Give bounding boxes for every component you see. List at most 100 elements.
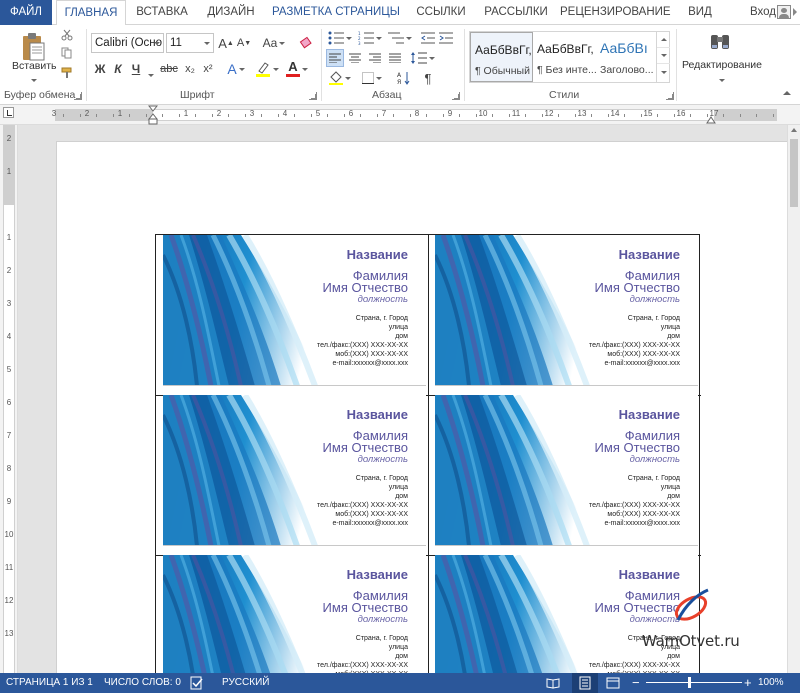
style-heading-1[interactable]: АаБбВı Заголово... bbox=[596, 32, 656, 82]
user-avatar-icon[interactable] bbox=[777, 5, 791, 19]
zoom-slider-track[interactable] bbox=[646, 682, 742, 683]
ruler-tick bbox=[740, 114, 741, 117]
tab-references[interactable]: ССЫЛКИ bbox=[410, 0, 472, 25]
editing-dropdown-icon[interactable] bbox=[717, 73, 725, 85]
clear-formatting-button[interactable] bbox=[296, 33, 316, 53]
highlight-button[interactable] bbox=[254, 59, 280, 79]
business-card[interactable]: Название Фамилия Имя Отчество должность … bbox=[163, 235, 426, 386]
font-color-button[interactable]: A bbox=[284, 59, 310, 79]
font-launcher-icon[interactable] bbox=[309, 92, 317, 100]
ruler-tick bbox=[443, 114, 444, 117]
tab-file[interactable]: ФАЙЛ bbox=[0, 0, 52, 25]
zoom-level[interactable]: 100% bbox=[758, 673, 784, 693]
read-mode-icon[interactable] bbox=[546, 676, 560, 690]
cut-button[interactable] bbox=[59, 27, 75, 43]
tab-design[interactable]: ДИЗАЙН bbox=[200, 0, 262, 25]
indent-icon bbox=[439, 32, 453, 44]
business-card[interactable]: Название Фамилия Имя Отчество должность … bbox=[163, 555, 426, 673]
sign-in-link[interactable]: Вход bbox=[750, 0, 776, 25]
business-card[interactable]: Название Фамилия Имя Отчество должность … bbox=[163, 395, 426, 546]
scrollbar-thumb[interactable] bbox=[790, 139, 798, 207]
shading-button[interactable] bbox=[326, 69, 354, 87]
horizontal-ruler[interactable]: 3 2 1 1 2 3 4 5 6 7 8 9 10 11 12 13 14 15 16 17 bbox=[0, 105, 800, 125]
shrink-font-button[interactable]: A ▼ bbox=[236, 33, 252, 53]
paragraph-launcher-icon[interactable] bbox=[452, 92, 460, 100]
underline-button[interactable]: Ч bbox=[128, 59, 144, 79]
style-no-spacing[interactable]: АаБбВвГг, ¶ Без инте... bbox=[533, 32, 597, 82]
decrease-indent-button[interactable] bbox=[420, 29, 436, 47]
paste-dropdown-icon[interactable] bbox=[29, 73, 37, 85]
style-normal[interactable]: АаБбВвГг, ¶ Обычный bbox=[470, 32, 533, 82]
ruler-number: 13 bbox=[4, 629, 14, 638]
ruler-tick bbox=[228, 114, 229, 117]
zoom-out-button[interactable]: − bbox=[632, 673, 640, 693]
grow-font-button[interactable]: A ▲ bbox=[218, 33, 234, 53]
tab-home[interactable]: ГЛАВНАЯ bbox=[56, 0, 126, 26]
gallery-down-button[interactable] bbox=[657, 48, 670, 64]
text-effects-button[interactable]: A bbox=[224, 59, 248, 79]
ruler-tick bbox=[360, 114, 361, 117]
language-indicator[interactable]: РУССКИЙ bbox=[222, 673, 269, 693]
italic-button[interactable]: К bbox=[110, 59, 126, 79]
bullets-button[interactable] bbox=[326, 29, 354, 47]
justify-button[interactable] bbox=[386, 49, 404, 67]
web-layout-icon[interactable] bbox=[606, 676, 620, 690]
zoom-slider-thumb[interactable] bbox=[688, 677, 691, 688]
underline-dropdown-icon[interactable] bbox=[146, 68, 154, 80]
word-count-indicator[interactable]: ЧИСЛО СЛОВ: 0 bbox=[104, 673, 181, 693]
line-spacing-button[interactable] bbox=[410, 49, 436, 67]
style-sample: АаБбВвГг, bbox=[475, 43, 532, 57]
tab-selector-icon[interactable] bbox=[3, 107, 14, 118]
superscript-button[interactable]: x² bbox=[200, 59, 216, 79]
business-card[interactable]: Название Фамилия Имя Отчество должность … bbox=[435, 235, 698, 386]
proofing-icon[interactable] bbox=[190, 676, 204, 690]
styles-launcher-icon[interactable] bbox=[666, 92, 674, 100]
business-card[interactable]: Название Фамилия Имя Отчество должность … bbox=[435, 395, 698, 546]
format-painter-button[interactable] bbox=[59, 65, 75, 81]
card-street: улица bbox=[388, 484, 408, 491]
sort-icon: АЯ bbox=[397, 72, 410, 85]
numbering-button[interactable]: 123 bbox=[356, 29, 384, 47]
paste-label[interactable]: Вставить bbox=[12, 60, 57, 72]
scroll-up-icon[interactable] bbox=[791, 128, 797, 132]
increase-indent-button[interactable] bbox=[438, 29, 454, 47]
business-card-table[interactable]: Название Фамилия Имя Отчество должность … bbox=[155, 234, 701, 673]
copy-button[interactable] bbox=[59, 45, 75, 61]
strikethrough-button[interactable]: abc bbox=[158, 59, 180, 79]
clipboard-launcher-icon[interactable] bbox=[74, 92, 82, 100]
tab-page-layout[interactable]: РАЗМЕТКА СТРАНИЦЫ bbox=[268, 0, 404, 25]
vertical-ruler[interactable]: 2 1 1 2 3 4 5 6 7 8 9 10 11 12 13 bbox=[0, 125, 18, 673]
card-bottom-border bbox=[435, 385, 698, 386]
multilevel-list-button[interactable] bbox=[386, 29, 414, 47]
right-indent-marker-icon[interactable] bbox=[706, 114, 716, 124]
chevron-up-icon bbox=[660, 38, 667, 41]
page-count-indicator[interactable]: СТРАНИЦА 1 ИЗ 1 bbox=[6, 673, 93, 693]
align-center-button[interactable] bbox=[346, 49, 364, 67]
font-name-combobox[interactable]: Calibri (Осно bbox=[91, 33, 164, 53]
change-case-button[interactable]: Aa bbox=[260, 33, 288, 53]
sort-button[interactable]: АЯ bbox=[396, 69, 412, 87]
align-left-button[interactable] bbox=[326, 49, 344, 67]
tab-scroll-icon[interactable] bbox=[793, 8, 797, 16]
gallery-more-button[interactable] bbox=[657, 64, 670, 80]
tab-review[interactable]: РЕЦЕНЗИРОВАНИЕ bbox=[560, 0, 671, 25]
indent-marker-icon[interactable] bbox=[148, 105, 158, 125]
print-layout-button[interactable] bbox=[572, 673, 598, 693]
tab-mailings[interactable]: РАССЫЛКИ bbox=[478, 0, 554, 25]
show-formatting-button[interactable]: ¶ bbox=[420, 69, 436, 87]
tab-view[interactable]: ВИД bbox=[680, 0, 720, 25]
business-card[interactable]: Название Фамилия Имя Отчество должность … bbox=[435, 555, 698, 673]
zoom-in-button[interactable]: + bbox=[744, 673, 752, 693]
gallery-up-button[interactable] bbox=[657, 32, 670, 48]
font-size-combobox[interactable]: 11 bbox=[166, 33, 214, 53]
collapse-ribbon-icon[interactable] bbox=[783, 91, 791, 95]
bold-button[interactable]: Ж bbox=[92, 59, 108, 79]
vertical-scrollbar[interactable] bbox=[787, 125, 800, 673]
editing-button[interactable] bbox=[700, 27, 740, 57]
editing-label[interactable]: Редактирование bbox=[682, 59, 762, 71]
tab-insert[interactable]: ВСТАВКА bbox=[130, 0, 194, 25]
borders-button[interactable] bbox=[358, 69, 386, 87]
ruler-number: 2 bbox=[84, 109, 90, 118]
subscript-button[interactable]: x₂ bbox=[182, 59, 198, 79]
align-right-button[interactable] bbox=[366, 49, 384, 67]
